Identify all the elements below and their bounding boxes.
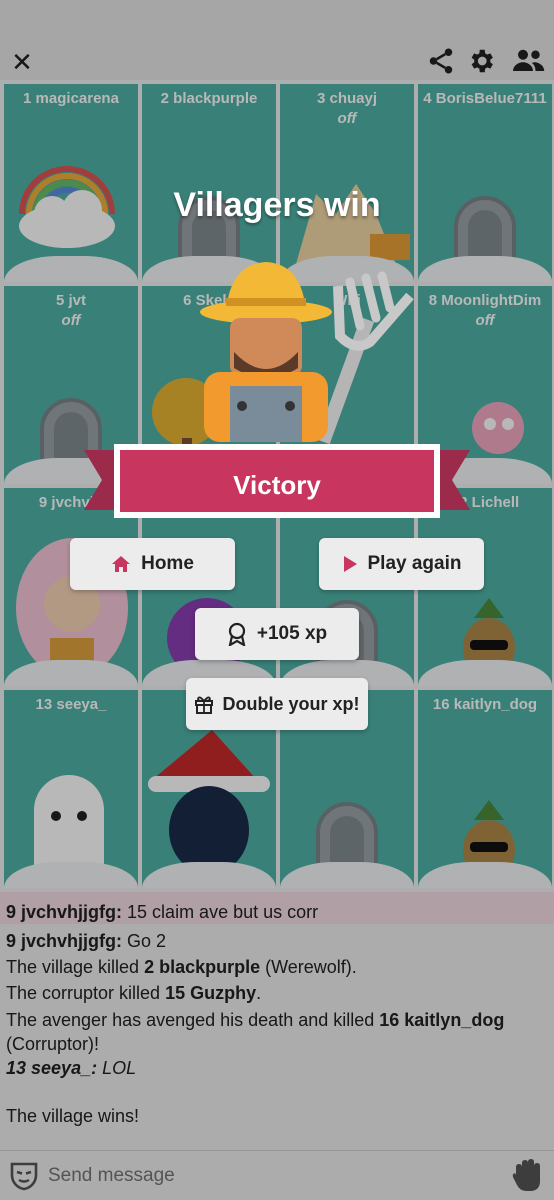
- home-icon: [111, 554, 131, 574]
- play-again-button[interactable]: Play again: [319, 538, 484, 590]
- home-label: Home: [141, 553, 194, 574]
- double-xp-button[interactable]: Double your xp!: [186, 678, 368, 730]
- play-again-label: Play again: [367, 553, 462, 574]
- xp-label: +105 xp: [256, 623, 328, 644]
- double-xp-label: Double your xp!: [222, 693, 360, 714]
- farmer-with-pitchfork-illustration: [200, 262, 414, 445]
- result-title: Villagers win: [173, 186, 381, 224]
- victory-label: Victory: [233, 470, 321, 500]
- gift-icon: [194, 694, 214, 714]
- xp-badge: +105 xp: [195, 608, 359, 660]
- award-icon: [227, 622, 247, 646]
- play-icon: [342, 555, 358, 573]
- dim-overlay: [0, 0, 554, 1200]
- home-button[interactable]: Home: [70, 538, 235, 590]
